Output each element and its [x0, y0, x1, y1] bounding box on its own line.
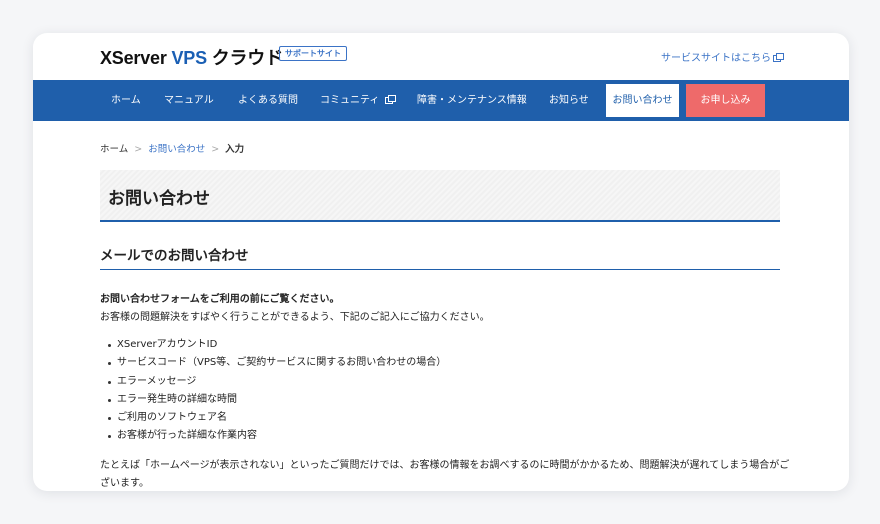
- browser-content: XServer VPS クラウド サポートサイト サービスサイトはこちら ホーム…: [33, 33, 849, 491]
- external-link-icon: [384, 95, 396, 104]
- service-site-link-label: サービスサイトはこちら: [661, 53, 771, 64]
- logo-cloud: クラウド: [211, 48, 283, 68]
- page-background: XServer VPS クラウド サポートサイト サービスサイトはこちら ホーム…: [0, 0, 880, 524]
- external-link-icon: [773, 53, 784, 62]
- page-title: お問い合わせ: [108, 189, 210, 209]
- intro-text: お客様の問題解決をすばやく行うことができるよう、下記のご記入にご協力ください。: [100, 312, 490, 323]
- breadcrumb-separator: >: [211, 144, 220, 155]
- global-nav: ホーム マニュアル よくある質問 コミュニティ 障害・メンテナンス情報 お知らせ…: [33, 80, 849, 121]
- list-item: お客様が行った詳細な作業内容: [108, 427, 446, 445]
- list-item: エラーメッセージ: [108, 373, 446, 391]
- site-header: XServer VPS クラウド サポートサイト サービスサイトはこちら: [33, 33, 849, 80]
- breadcrumb: ホーム > お問い合わせ > 入力: [100, 141, 244, 155]
- required-info-list: XServerアカウントID サービスコード（VPS等、ご契約サービスに関するお…: [108, 336, 446, 446]
- nav-contact-button[interactable]: お問い合わせ: [606, 84, 679, 117]
- nav-item-faq[interactable]: よくある質問: [238, 80, 298, 121]
- logo-xserver: XServer: [100, 48, 167, 68]
- logo-vps: VPS: [171, 48, 207, 68]
- list-item: ご利用のソフトウェア名: [108, 409, 446, 427]
- breadcrumb-contact[interactable]: お問い合わせ: [148, 144, 205, 155]
- nav-item-maintenance[interactable]: 障害・メンテナンス情報: [417, 80, 527, 121]
- list-item: サービスコード（VPS等、ご契約サービスに関するお問い合わせの場合）: [108, 354, 446, 372]
- breadcrumb-current: 入力: [225, 144, 245, 155]
- section-divider: [100, 269, 780, 270]
- nav-item-news[interactable]: お知らせ: [549, 80, 589, 121]
- section-title: メールでのお問い合わせ: [100, 248, 249, 264]
- support-site-badge: サポートサイト: [279, 46, 347, 61]
- page-title-box: お問い合わせ: [100, 170, 780, 222]
- service-site-link[interactable]: サービスサイトはこちら: [661, 49, 784, 64]
- nav-apply-button[interactable]: お申し込み: [686, 84, 765, 117]
- nav-item-home[interactable]: ホーム: [111, 80, 141, 121]
- nav-item-community[interactable]: コミュニティ: [320, 80, 396, 121]
- list-item: XServerアカウントID: [108, 336, 446, 354]
- list-item: エラー発生時の詳細な時間: [108, 391, 446, 409]
- site-logo[interactable]: XServer VPS クラウド: [100, 44, 283, 70]
- breadcrumb-home[interactable]: ホーム: [100, 144, 128, 155]
- nav-item-community-label: コミュニティ: [320, 95, 380, 106]
- breadcrumb-separator: >: [134, 144, 143, 155]
- nav-item-manual[interactable]: マニュアル: [164, 80, 214, 121]
- intro-heading: お問い合わせフォームをご利用の前にご覧ください。: [100, 294, 340, 305]
- note-paragraph: たとえば「ホームページが表示されない」といったご質問だけでは、お客様の情報をお調…: [100, 460, 790, 489]
